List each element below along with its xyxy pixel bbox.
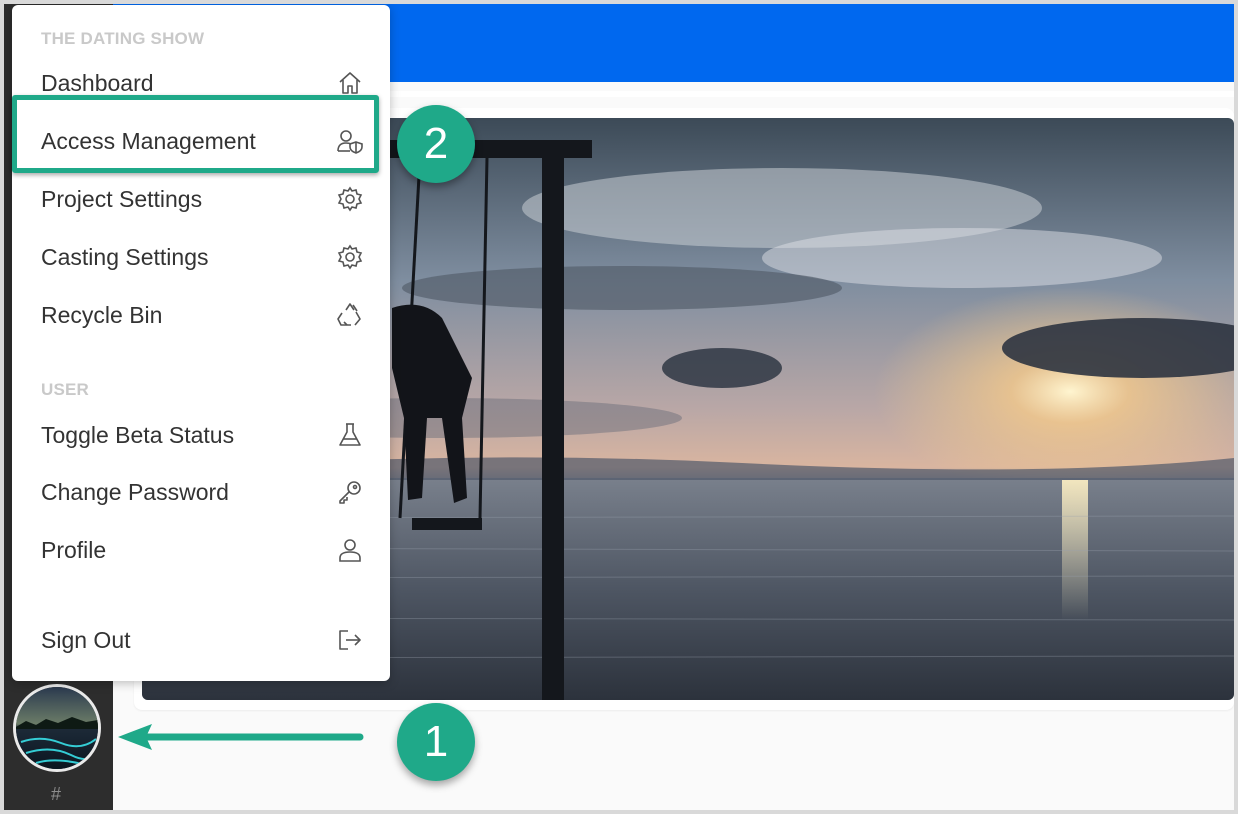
flask-icon: [336, 421, 364, 449]
menu-item-label: Casting Settings: [41, 243, 209, 270]
menu-item-sign-out[interactable]: Sign Out: [30, 618, 376, 662]
gear-icon: [336, 185, 364, 213]
recycle-icon: [336, 301, 364, 329]
menu-item-label: Change Password: [41, 478, 229, 505]
menu-item-label: Recycle Bin: [41, 301, 163, 328]
menu-item-label: Toggle Beta Status: [41, 421, 235, 448]
menu-item-project-settings[interactable]: Project Settings: [30, 177, 376, 221]
sidebar-hash-text: #: [50, 784, 61, 804]
section-header-user: USER: [41, 380, 90, 399]
key-icon: [336, 478, 364, 506]
callout-arrow: [118, 724, 364, 750]
menu-item-casting-settings[interactable]: Casting Settings: [30, 235, 376, 279]
menu-item-profile[interactable]: Profile: [30, 528, 376, 572]
access-management-highlight: [12, 95, 379, 173]
callout-badge-1: 1: [397, 703, 475, 781]
section-header-project: THE DATING SHOW: [41, 29, 205, 48]
callout-badge-2: 2: [397, 105, 475, 183]
menu-item-toggle-beta-status[interactable]: Toggle Beta Status: [30, 413, 376, 457]
sign-out-icon: [336, 626, 364, 654]
menu-item-label: Sign Out: [41, 626, 131, 653]
menu-item-label: Profile: [41, 536, 107, 563]
home-icon: [336, 69, 364, 97]
user-icon: [336, 536, 364, 564]
user-avatar[interactable]: [13, 684, 101, 772]
menu-item-label: Dashboard: [41, 69, 154, 96]
gear-icon: [336, 243, 364, 271]
menu-item-recycle-bin[interactable]: Recycle Bin: [30, 293, 376, 337]
menu-item-label: Project Settings: [41, 185, 203, 212]
menu-item-change-password[interactable]: Change Password: [30, 470, 376, 514]
